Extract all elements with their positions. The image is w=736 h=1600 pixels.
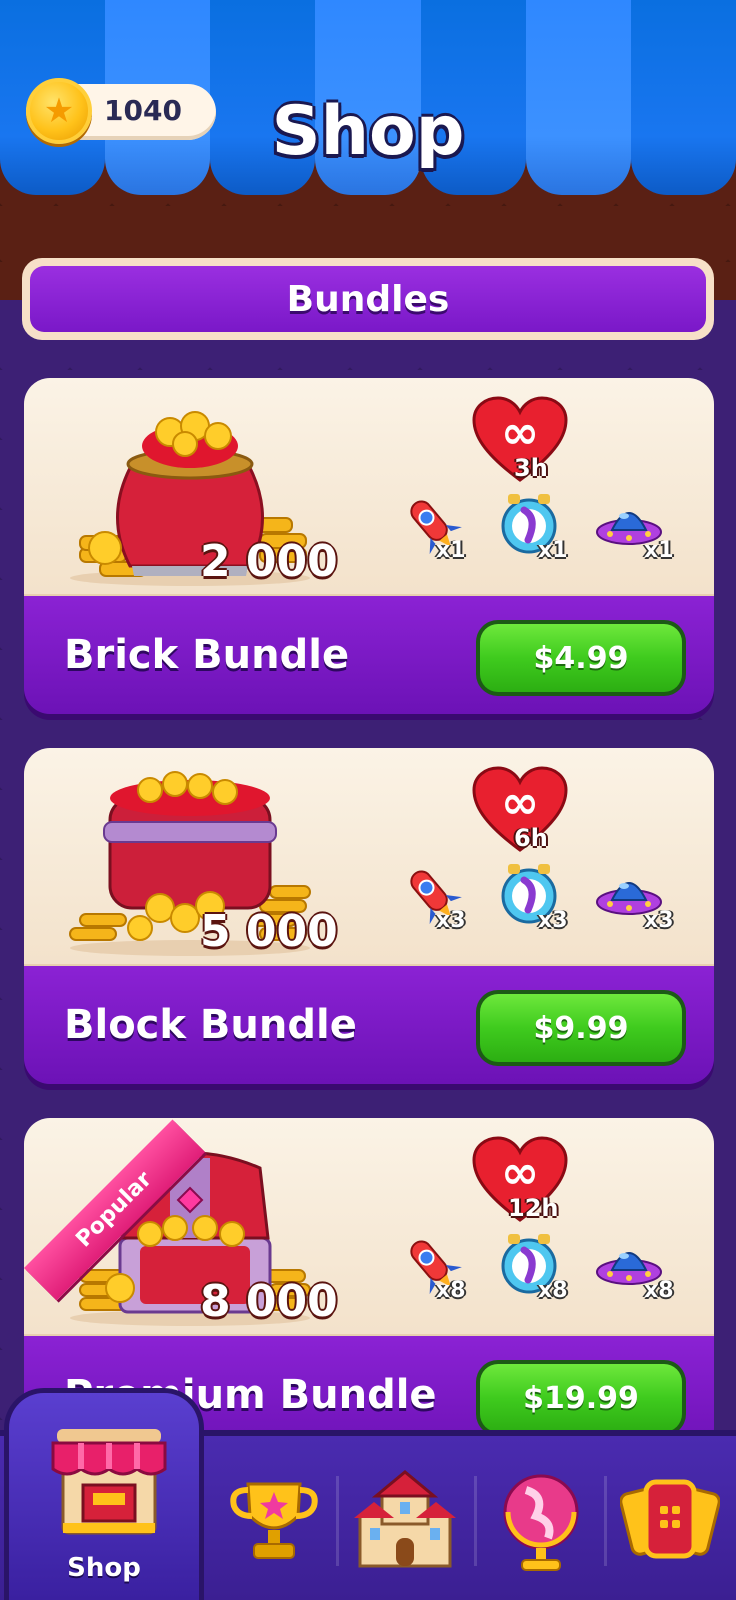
infinite-life-duration: 6h <box>514 824 548 852</box>
nav-tab-shop[interactable]: Shop <box>4 1388 204 1600</box>
castle-icon[interactable] <box>350 1466 460 1570</box>
coins-amount: 2 000 <box>200 536 338 587</box>
bundle-name: Block Bundle <box>64 1002 357 1048</box>
clock-count: x8 <box>538 1278 568 1303</box>
clock-count: x3 <box>538 908 568 933</box>
svg-text:∞: ∞ <box>501 775 539 829</box>
buy-button-block[interactable]: $9.99 <box>476 990 686 1066</box>
ufo-count: x8 <box>644 1278 674 1303</box>
infinite-life-duration: 3h <box>514 454 548 482</box>
svg-text:∞: ∞ <box>501 1145 539 1199</box>
page-title: Shop <box>271 92 465 171</box>
svg-text:∞: ∞ <box>501 405 539 459</box>
shop-icon <box>51 1429 167 1535</box>
buy-button-brick[interactable]: $4.99 <box>476 620 686 696</box>
ufo-count: x1 <box>644 538 674 563</box>
price-label: $19.99 <box>480 1364 682 1432</box>
bundle-card-block: 5 000 ∞ 6h x3 x3 x3 Block Bundle $9.99 <box>24 748 714 1088</box>
section-label: Bundles <box>30 266 706 332</box>
price-label: $9.99 <box>480 994 682 1062</box>
cards-icon[interactable] <box>620 1476 720 1566</box>
clock-count: x1 <box>538 538 568 563</box>
ufo-count: x3 <box>644 908 674 933</box>
trophy-icon[interactable] <box>228 1476 320 1566</box>
rocket-count: x1 <box>436 538 466 563</box>
bundle-card-brick: 2 000 ∞ 3h x1 x1 x1 Brick Bundle $4.99 <box>24 378 714 718</box>
price-label: $4.99 <box>480 624 682 692</box>
bundle-name: Brick Bundle <box>64 632 350 678</box>
nav-label-shop: Shop <box>67 1553 141 1583</box>
buy-button-premium[interactable]: $19.99 <box>476 1360 686 1436</box>
coins-amount: 5 000 <box>200 906 338 957</box>
coins-amount: 8 000 <box>200 1276 338 1327</box>
globe-icon[interactable] <box>496 1466 586 1576</box>
section-header: Bundles <box>22 258 714 340</box>
rocket-count: x8 <box>436 1278 466 1303</box>
infinite-life-duration: 12h <box>508 1194 559 1222</box>
rocket-count: x3 <box>436 908 466 933</box>
